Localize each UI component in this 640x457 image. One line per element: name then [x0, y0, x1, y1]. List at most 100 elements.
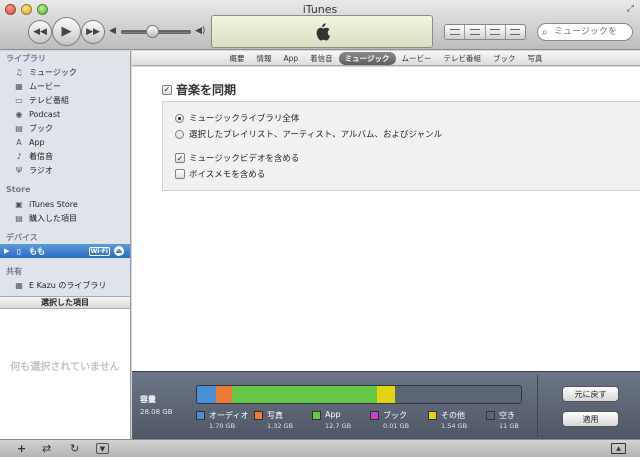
option-include-videos[interactable]: ✓ ミュージックビデオを含める [175, 152, 299, 164]
grid-view-icon [490, 29, 501, 35]
airplay-icon[interactable]: ▲ [611, 443, 626, 454]
legend-label: オーディオ [209, 411, 249, 420]
sidebar-item-movies[interactable]: ▦ ムービー [0, 79, 130, 93]
album-view-button[interactable] [465, 25, 486, 39]
sidebar-item-label: iTunes Store [29, 199, 78, 209]
coverflow-view-button[interactable] [506, 25, 525, 39]
view-mode-switcher [444, 24, 526, 40]
previous-track-button[interactable]: ◀◀ [28, 20, 52, 44]
legend-apps: App 12.7 GB [312, 409, 370, 433]
sidebar-item-shared-library[interactable]: ▦ E Kazu のライブラリ [0, 278, 130, 292]
next-track-button[interactable]: ▶▶ [81, 20, 105, 44]
apple-logo-icon [316, 22, 330, 40]
sidebar-item-label: 購入した項目 [29, 213, 77, 223]
legend-swatch [254, 411, 263, 420]
selected-items-radio[interactable] [175, 129, 184, 139]
search-input[interactable] [554, 27, 632, 37]
sidebar-item-label: ラジオ [29, 165, 53, 175]
legend-label: その他 [441, 411, 465, 420]
tab-music[interactable]: ミュージック [338, 51, 396, 65]
selected-items-label: 選択したプレイリスト、アーティスト、アルバム、およびジャンル [189, 130, 443, 140]
tab-info[interactable]: 情報 [250, 52, 277, 65]
capacity-segment-apps [231, 386, 378, 403]
search-icon: ⌕ [542, 26, 548, 38]
option-include-memos[interactable]: ボイスメモを含める [175, 168, 265, 180]
legend-size: 0.01 GB [383, 422, 410, 430]
sidebar-item-label: ムービー [29, 81, 61, 91]
tab-tv-shows[interactable]: テレビ番組 [438, 52, 488, 65]
sidebar-item-music[interactable]: ♫ ミュージック [0, 65, 130, 79]
legend-size: 12.7 GB [325, 422, 352, 430]
tab-movies[interactable]: ムービー [396, 52, 438, 65]
book-icon: ▤ [15, 123, 23, 133]
capacity-bar [196, 385, 522, 404]
legend-label: 空き [499, 411, 515, 420]
devices-header: デバイス [6, 233, 38, 242]
bottom-toolbar: + ⇄ ↻ ▼ ▲ [0, 439, 640, 457]
store-header: Store [6, 185, 31, 194]
capacity-panel: 容量 28.08 GB オーディオ 1.70 GB 写真 1.32 GB App… [132, 371, 640, 439]
device-tabs: 概要 情報 App 着信音 ミュージック ムービー テレビ番組 ブック 写真 [132, 51, 640, 66]
tab-ringtones[interactable]: 着信音 [304, 52, 339, 65]
sidebar-item-label: ミュージック [29, 67, 77, 77]
capacity-segment-audio [197, 386, 217, 403]
tab-summary[interactable]: 概要 [223, 52, 250, 65]
tab-books[interactable]: ブック [487, 52, 522, 65]
selected-item-panel: 何も選択されていません [0, 309, 130, 439]
volume-slider-knob[interactable] [146, 25, 159, 38]
sidebar-item-radio[interactable]: Ψ ラジオ [0, 163, 130, 177]
play-button[interactable]: ▶ [52, 17, 81, 46]
option-entire-library[interactable]: ミュージックライブラリ全体 [175, 112, 299, 124]
capacity-divider [537, 375, 538, 437]
sync-music-heading: ✓ 音楽を同期 [162, 81, 236, 98]
sync-music-checkbox[interactable]: ✓ [162, 84, 172, 95]
sidebar-item-ringtones[interactable]: ♪ 着信音 [0, 149, 130, 163]
film-icon: ▦ [15, 81, 23, 91]
podcast-icon: ◉ [15, 109, 23, 119]
sidebar-item-label: App [29, 137, 45, 147]
include-memos-label: ボイスメモを含める [189, 170, 266, 180]
fullscreen-icon[interactable]: ⤢ [627, 4, 634, 14]
sidebar-item-podcast[interactable]: ◉ Podcast [0, 107, 130, 121]
rewind-icon: ◀◀ [33, 27, 47, 37]
legend-label: ブック [383, 411, 407, 420]
entire-library-radio[interactable] [175, 113, 184, 123]
app-store-icon: A [16, 137, 22, 147]
tab-photos[interactable]: 写真 [522, 52, 549, 65]
fast-forward-icon: ▶▶ [86, 27, 100, 37]
shuffle-icon[interactable]: ⇄ [42, 442, 51, 455]
revert-button[interactable]: 元に戻す [562, 386, 619, 402]
sidebar-item-label: もも [29, 246, 45, 256]
eject-icon[interactable]: ⏏ [114, 246, 124, 256]
repeat-icon[interactable]: ↻ [70, 442, 79, 455]
sidebar-item-apps[interactable]: A App [0, 135, 130, 149]
include-videos-checkbox[interactable]: ✓ [175, 153, 185, 163]
disclosure-triangle-icon[interactable]: ▶ [4, 247, 9, 255]
sidebar-item-itunes-store[interactable]: ▣ iTunes Store [0, 197, 130, 211]
search-field: ⌕ [537, 23, 633, 41]
show-artwork-icon[interactable]: ▼ [96, 443, 109, 454]
sidebar-item-books[interactable]: ▤ ブック [0, 121, 130, 135]
library-header: ライブラリ [6, 54, 46, 63]
music-sync-panel: ✓ 音楽を同期 ミュージックライブラリ全体 選択したプレイリスト、アーティスト、… [132, 67, 640, 371]
sidebar-item-label: E Kazu のライブラリ [29, 280, 107, 290]
capacity-total: 28.08 GB [140, 408, 173, 416]
coverflow-view-icon [510, 29, 521, 35]
tab-apps[interactable]: App [277, 53, 304, 64]
include-memos-checkbox[interactable] [175, 169, 185, 179]
option-selected-items[interactable]: 選択したプレイリスト、アーティスト、アルバム、およびジャンル [175, 128, 442, 140]
wifi-badge: Wi-Fi [88, 247, 110, 256]
shared-library-icon: ▦ [15, 280, 23, 290]
grid-view-button[interactable] [486, 25, 506, 39]
sidebar-item-label: テレビ番組 [29, 95, 69, 105]
sidebar-item-tv-shows[interactable]: ▭ テレビ番組 [0, 93, 130, 107]
list-view-button[interactable] [445, 25, 466, 39]
legend-swatch [312, 411, 321, 420]
sidebar-item-purchased[interactable]: ▤ 購入した項目 [0, 211, 130, 225]
add-playlist-icon[interactable]: + [17, 442, 26, 455]
legend-label: 写真 [267, 411, 283, 420]
sidebar-item-device[interactable]: ▶ ▯ もも Wi-Fi ⏏ [0, 244, 130, 258]
apply-button[interactable]: 適用 [562, 411, 619, 427]
capacity-segment-other [377, 386, 395, 403]
status-display [211, 15, 433, 48]
